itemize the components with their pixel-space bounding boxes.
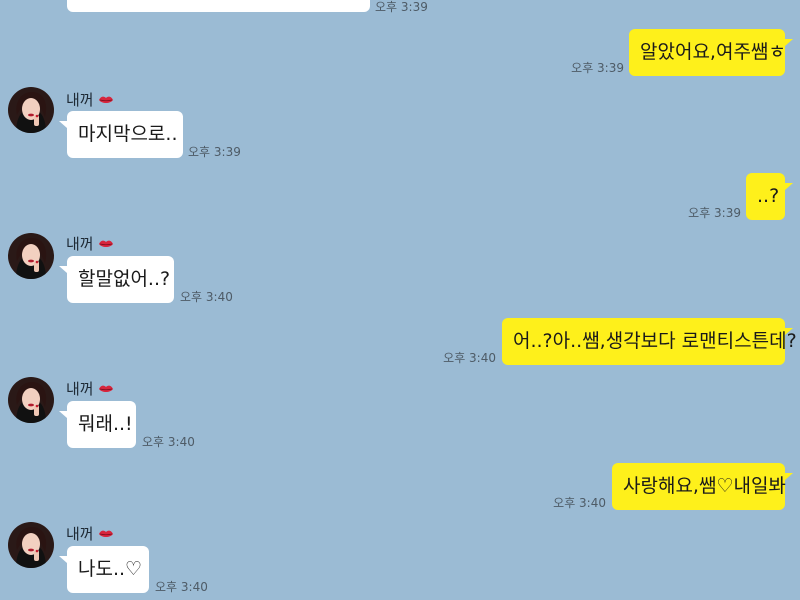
received-message-bubble[interactable]: 뭐래..! bbox=[59, 401, 136, 448]
sender-name: 내꺼 bbox=[66, 378, 114, 399]
sender-name: 내꺼 bbox=[66, 89, 114, 110]
lips-icon bbox=[98, 530, 113, 537]
partial-message-bubble[interactable] bbox=[67, 0, 370, 12]
sender-name-label: 내꺼 bbox=[66, 91, 94, 109]
sent-message-bubble[interactable]: 알았어요,여주쌤ㅎ bbox=[629, 29, 793, 76]
lips-icon bbox=[98, 240, 113, 247]
message-time: 오후 3:40 bbox=[142, 435, 195, 449]
message-time: 오후 3:40 bbox=[553, 496, 606, 510]
contact-avatar[interactable] bbox=[8, 522, 54, 568]
sent-message-bubble[interactable]: ..? bbox=[746, 173, 793, 220]
message-time: 오후 3:40 bbox=[443, 351, 496, 365]
message-time: 오후 3:40 bbox=[180, 290, 233, 304]
contact-avatar[interactable] bbox=[8, 87, 54, 133]
sent-message-bubble[interactable]: 사랑해요,쌤♡내일봐 bbox=[612, 463, 793, 510]
profile-photo-icon bbox=[16, 382, 47, 423]
message-time: 오후 3:39 bbox=[375, 0, 428, 14]
sent-message-bubble[interactable]: 어..?아..쌤,생각보다 로맨티스튼데? bbox=[502, 318, 797, 365]
profile-photo-icon bbox=[16, 92, 47, 133]
received-message-bubble[interactable]: 마지막으로.. bbox=[59, 111, 183, 158]
sender-name-label: 내꺼 bbox=[66, 525, 94, 543]
contact-avatar[interactable] bbox=[8, 377, 54, 423]
message-time: 오후 3:39 bbox=[571, 61, 624, 75]
sender-name-label: 내꺼 bbox=[66, 235, 94, 253]
lips-icon bbox=[98, 385, 113, 392]
message-time: 오후 3:39 bbox=[188, 145, 241, 159]
sender-name: 내꺼 bbox=[66, 233, 114, 254]
profile-photo-icon bbox=[16, 527, 47, 568]
contact-avatar[interactable] bbox=[8, 233, 54, 279]
sender-name: 내꺼 bbox=[66, 523, 114, 544]
lips-icon bbox=[98, 96, 113, 103]
message-time: 오후 3:39 bbox=[688, 206, 741, 220]
message-time: 오후 3:40 bbox=[155, 580, 208, 594]
received-message-bubble[interactable]: 할말없어..? bbox=[59, 256, 174, 303]
chat-room[interactable]: 오후 3:39 알았어요,여주쌤ㅎ 오후 3:39 내꺼 마지막으로.. 오후 … bbox=[0, 0, 800, 600]
profile-photo-icon bbox=[16, 238, 47, 279]
sender-name-label: 내꺼 bbox=[66, 380, 94, 398]
received-message-bubble[interactable]: 나도..♡ bbox=[59, 546, 149, 593]
